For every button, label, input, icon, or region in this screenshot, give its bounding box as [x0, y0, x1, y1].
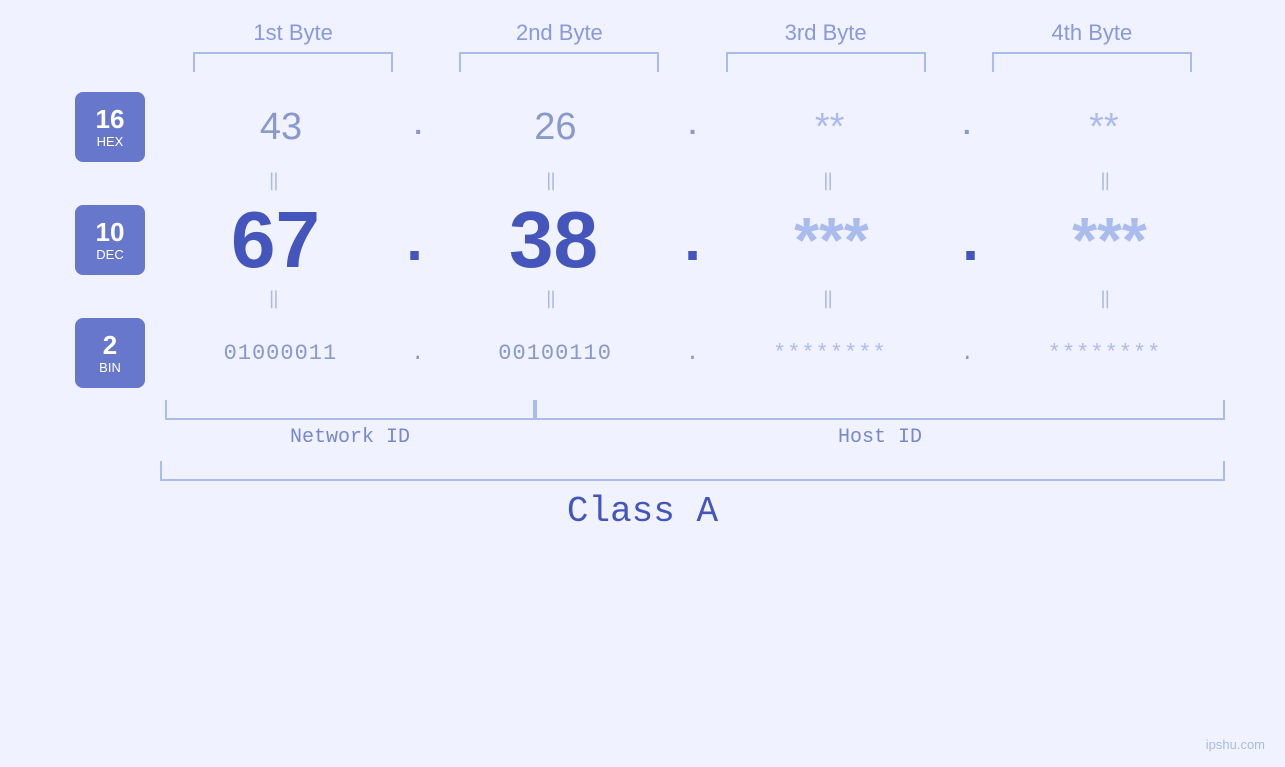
- dec-row: 10 DEC 67 . 38 . *** . ***: [60, 200, 1225, 280]
- bin-dot2: .: [686, 341, 699, 366]
- byte3-label: 3rd Byte: [716, 20, 936, 46]
- byte1-label: 1st Byte: [183, 20, 403, 46]
- dec-b4: ***: [1072, 208, 1147, 272]
- class-bracket: [160, 461, 1225, 481]
- byte3-bracket: [726, 52, 926, 72]
- class-bracket-section: [60, 461, 1225, 481]
- hex-b1: 43: [260, 106, 302, 149]
- hex-dot3: .: [952, 112, 982, 143]
- host-id-label: Host ID: [838, 426, 922, 449]
- network-id-label: Network ID: [290, 426, 410, 449]
- byte2-bracket: [459, 52, 659, 72]
- byte4-bracket: [992, 52, 1192, 72]
- byte4-label: 4th Byte: [982, 20, 1202, 46]
- dec-dot1: .: [396, 211, 432, 279]
- byte1-bracket: [193, 52, 393, 72]
- bin-dot3: .: [961, 341, 974, 366]
- hex-dot2: .: [677, 112, 707, 143]
- main-container: 1st Byte 2nd Byte 3rd Byte 4th Byte 16 H…: [0, 0, 1285, 767]
- dec-b2: 38: [509, 200, 598, 280]
- bin-row: 2 BIN 01000011 . 00100110 . ******** . *…: [60, 318, 1225, 388]
- bottom-brackets-row: Network ID Host ID: [60, 400, 1225, 449]
- hex-b2: 26: [534, 106, 576, 149]
- bin-dot1: .: [411, 341, 424, 366]
- bin-b4: ********: [1048, 341, 1162, 366]
- bin-b2: 00100110: [498, 341, 612, 366]
- hex-row: 16 HEX 43 . 26 . ** . **: [60, 92, 1225, 162]
- dec-b1: 67: [231, 200, 320, 280]
- class-label: Class A: [567, 491, 718, 532]
- hex-dot1: .: [403, 112, 433, 143]
- byte2-label: 2nd Byte: [449, 20, 669, 46]
- dec-b3: ***: [794, 208, 869, 272]
- sep-dec-bin: ‖ ‖ ‖ ‖: [60, 288, 1225, 310]
- bin-b3: ********: [773, 341, 887, 366]
- dec-dot3: .: [952, 211, 988, 279]
- class-label-row: Class A: [60, 491, 1225, 532]
- hex-b3: **: [815, 106, 845, 149]
- dec-badge: 10 DEC: [75, 205, 145, 275]
- watermark: ipshu.com: [1206, 737, 1265, 752]
- dec-dot2: .: [674, 211, 710, 279]
- sep-hex-dec: ‖ ‖ ‖ ‖: [60, 170, 1225, 192]
- bin-b1: 01000011: [224, 341, 338, 366]
- hex-b4: **: [1089, 106, 1119, 149]
- host-id-bracket: [535, 400, 1225, 420]
- bin-badge: 2 BIN: [75, 318, 145, 388]
- hex-badge: 16 HEX: [75, 92, 145, 162]
- network-id-bracket: [165, 400, 535, 420]
